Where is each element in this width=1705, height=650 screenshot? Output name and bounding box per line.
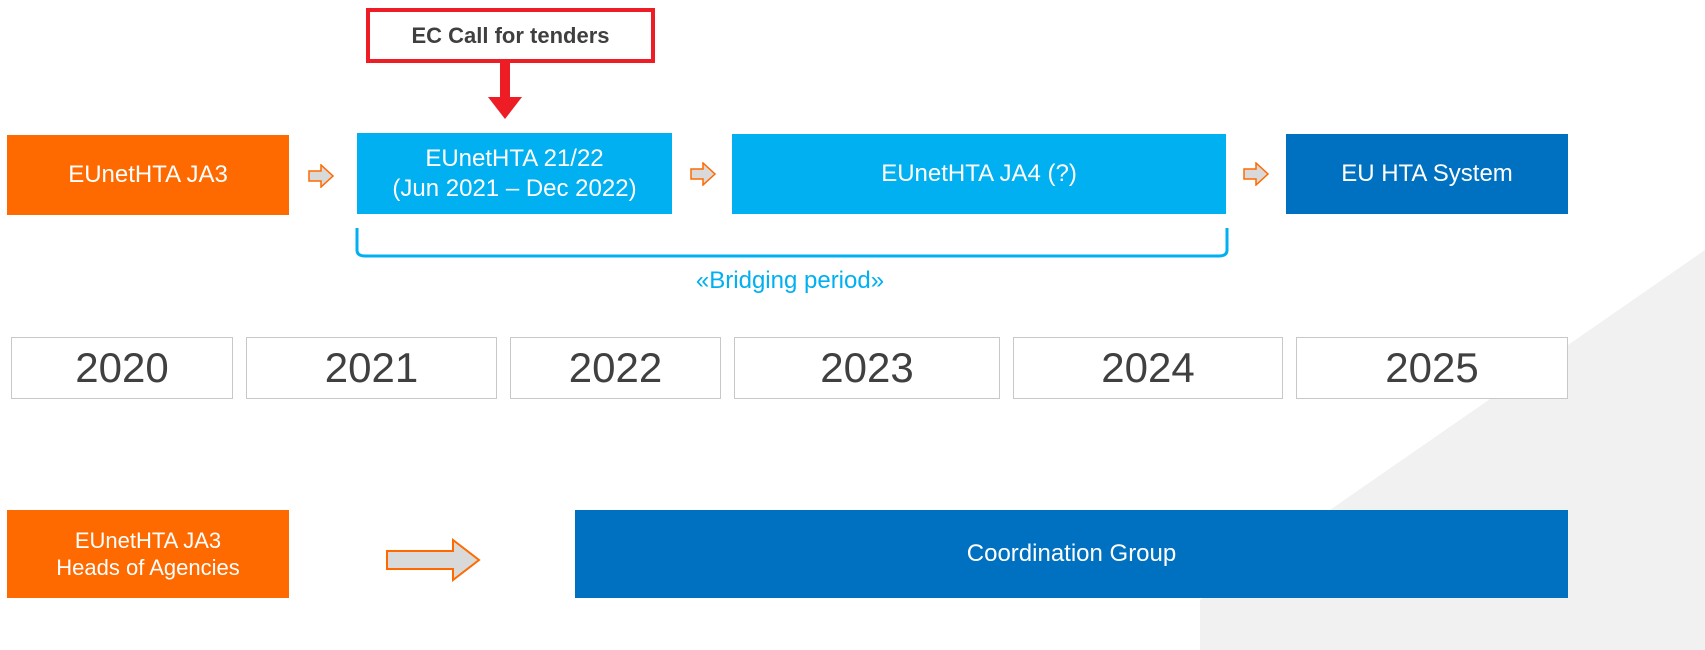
phase-label: EUnetHTA JA3 [68,161,228,188]
heads-line-2: Heads of Agencies [56,555,240,580]
year-label: 2023 [820,344,914,391]
right-arrow-icon [308,164,334,188]
year-label: 2022 [568,344,663,391]
year-cell: 2023 [734,337,1000,399]
bridging-period-bracket [355,228,1229,258]
callout-label: EC Call for tenders [411,22,610,48]
year-cell: 2025 [1296,337,1568,399]
year-cell: 2022 [510,337,721,399]
phase-dates: (Jun 2021 – Dec 2022) [392,174,637,202]
phase-eunethta-ja4: EUnetHTA JA4 (?) [732,134,1226,214]
right-arrow-icon [690,162,716,186]
red-down-arrow-icon [488,63,522,119]
phase-label: EU HTA System [1341,160,1513,187]
year-label: 2024 [1101,344,1195,391]
year-label: 2025 [1385,344,1479,391]
heads-of-agencies-box: EUnetHTA JA3 Heads of Agencies [7,510,289,598]
right-arrow-icon [1243,162,1269,186]
bridging-period-label: «Bridging period» [695,267,885,294]
phase-label: EUnetHTA JA4 (?) [881,160,1077,187]
phase-eunethta-21-22: EUnetHTA 21/22 (Jun 2021 – Dec 2022) [357,133,672,214]
year-cell: 2020 [11,337,233,399]
year-cell: 2021 [246,337,497,399]
year-cell: 2024 [1013,337,1283,399]
call-for-tenders-callout: EC Call for tenders [366,8,655,63]
coordination-group-box: Coordination Group [575,510,1568,598]
transition-arrow-icon [386,538,481,582]
year-label: 2021 [324,344,419,391]
year-label: 2020 [75,344,169,391]
phase-label: EUnetHTA 21/22 [425,144,604,172]
phase-eunethta-ja3: EUnetHTA JA3 [7,135,289,215]
coordination-label: Coordination Group [966,540,1177,567]
heads-line-1: EUnetHTA JA3 [74,527,222,553]
phase-eu-hta-system: EU HTA System [1286,134,1568,214]
